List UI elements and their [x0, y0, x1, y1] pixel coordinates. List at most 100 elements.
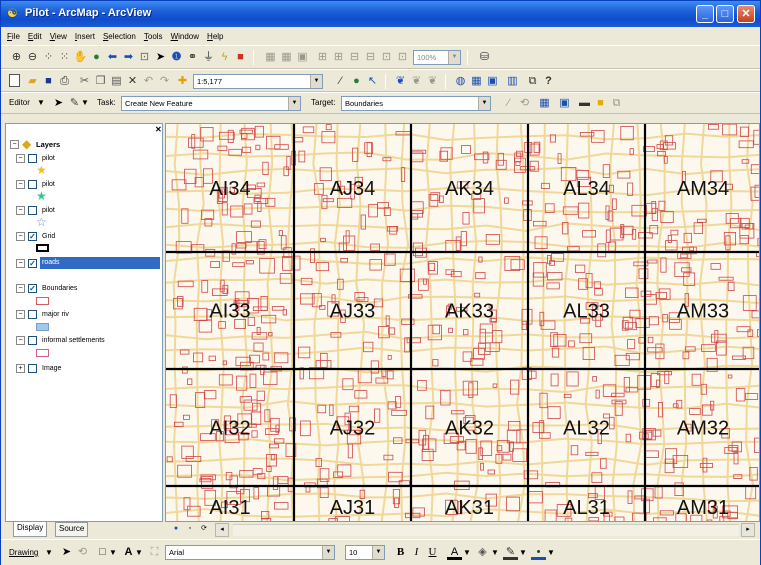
minus-bar-icon[interactable]: ▬: [577, 96, 592, 111]
menu-file[interactable]: File: [7, 32, 20, 41]
rectangle-chevron-icon[interactable]: ▼: [109, 548, 117, 557]
collapse-icon[interactable]: −: [10, 140, 19, 149]
map-scale-combo[interactable]: 1:5,177 ▼: [193, 74, 323, 89]
collapse-icon[interactable]: −: [16, 310, 25, 319]
horizontal-scrollbar[interactable]: [233, 524, 739, 536]
measure-icon[interactable]: ⏚: [201, 50, 216, 65]
toc-close-icon[interactable]: ✕: [155, 125, 162, 134]
layer-visibility-checkbox[interactable]: [28, 206, 37, 215]
magnifier-window-icon[interactable]: ▥: [505, 74, 520, 89]
italic-icon[interactable]: I: [409, 545, 424, 560]
toc-layer-boundaries[interactable]: − ✓ Boundaries: [6, 282, 156, 294]
edit-tool-arrow-icon[interactable]: ➤: [51, 96, 66, 111]
save-disk-icon[interactable]: ■: [41, 74, 56, 89]
table-window-icon[interactable]: ▦: [469, 74, 484, 89]
layers-root[interactable]: − ◆ Layers: [6, 138, 156, 150]
drawing-menu[interactable]: Drawing: [9, 548, 38, 557]
font-color-chevron-icon[interactable]: ▼: [463, 548, 471, 557]
delete-x-icon[interactable]: ✕: [125, 74, 140, 89]
whats-this-help-icon[interactable]: ↖: [365, 74, 380, 89]
rectangle-icon[interactable]: □: [95, 545, 110, 560]
editor-menu-chevron-icon[interactable]: ▼: [37, 98, 45, 107]
collapse-icon[interactable]: −: [16, 232, 25, 241]
copy-icon[interactable]: ❐: [93, 74, 108, 89]
toc-layer-informal-settlements[interactable]: − informal settlements: [6, 334, 156, 346]
menu-tools[interactable]: Tools: [144, 32, 163, 41]
toc-layer-roads[interactable]: − ✓ roads: [6, 257, 160, 269]
menu-edit[interactable]: Edit: [28, 32, 42, 41]
attributes-table-icon[interactable]: ▦: [537, 96, 552, 111]
layer-visibility-checkbox[interactable]: ✓: [28, 232, 37, 241]
marker-color-icon[interactable]: •: [531, 545, 546, 560]
sketch-chevron-icon[interactable]: ▼: [81, 98, 89, 107]
toc-layer-major-riv[interactable]: − major riv: [6, 308, 156, 320]
layer-visibility-checkbox[interactable]: [28, 154, 37, 163]
underline-icon[interactable]: U: [425, 545, 440, 560]
font-color-icon[interactable]: A: [447, 545, 462, 560]
results-window-icon[interactable]: ▣: [485, 74, 500, 89]
toc-layer-pilot-3[interactable]: − pilot: [6, 204, 156, 216]
new-document-icon[interactable]: [9, 74, 20, 87]
layer-visibility-checkbox[interactable]: ✓: [28, 259, 37, 268]
scroll-right-button[interactable]: ▸: [741, 523, 755, 537]
toc-layer-pilot-1[interactable]: − pilot: [6, 152, 156, 164]
cut-scissors-icon[interactable]: ✂: [77, 74, 92, 89]
tab-display[interactable]: Display: [13, 522, 48, 537]
layout-view-small-icon[interactable]: ▫: [185, 523, 195, 537]
paste-icon[interactable]: ▤: [109, 74, 124, 89]
full-extent-globe-icon[interactable]: ●: [89, 50, 104, 65]
zoom-in-icon[interactable]: ⊕: [9, 50, 24, 65]
menu-selection[interactable]: Selection: [103, 32, 136, 41]
collapse-icon[interactable]: −: [16, 336, 25, 345]
tab-source[interactable]: Source: [55, 522, 89, 537]
layer-visibility-checkbox[interactable]: [28, 180, 37, 189]
pan-hand-icon[interactable]: ✋: [73, 50, 88, 65]
fill-color-icon[interactable]: ◈: [475, 545, 490, 560]
menu-help[interactable]: Help: [207, 32, 223, 41]
text-a-icon[interactable]: A: [121, 545, 136, 560]
sketch-properties-icon[interactable]: ▣: [557, 96, 572, 111]
forward-arrow-icon[interactable]: ➡: [121, 50, 136, 65]
data-view-icon[interactable]: ●: [171, 523, 181, 537]
close-button[interactable]: ✕: [737, 5, 755, 23]
text-chevron-icon[interactable]: ▼: [135, 548, 143, 557]
time-slider-icon[interactable]: ■: [233, 50, 248, 65]
menu-view[interactable]: View: [50, 32, 67, 41]
line-color-chevron-icon[interactable]: ▼: [519, 548, 527, 557]
expand-icon[interactable]: +: [16, 364, 25, 373]
select-features-icon[interactable]: ⊡: [137, 50, 152, 65]
scroll-left-button[interactable]: ◂: [215, 523, 229, 537]
layer-visibility-checkbox[interactable]: ✓: [28, 284, 37, 293]
sketch-pencil-icon[interactable]: ✎: [67, 96, 82, 111]
collapse-icon[interactable]: −: [16, 259, 25, 268]
menu-window[interactable]: Window: [171, 32, 199, 41]
maximize-button[interactable]: □: [716, 5, 734, 23]
toc-layer-image[interactable]: + Image: [6, 362, 156, 374]
menu-insert[interactable]: Insert: [75, 32, 95, 41]
collapse-icon[interactable]: −: [16, 154, 25, 163]
target-combo[interactable]: Boundaries ▼: [341, 96, 491, 111]
geoprocessing-icon[interactable]: ❦: [393, 74, 408, 89]
font-name-combo[interactable]: Arial ▼: [165, 545, 335, 560]
help-question-icon[interactable]: ?: [541, 74, 556, 89]
snapping-square-icon[interactable]: ■: [593, 96, 608, 111]
font-size-combo[interactable]: 10 ▼: [345, 545, 385, 560]
layer-visibility-checkbox[interactable]: [28, 310, 37, 319]
editor-menu[interactable]: Editor: [9, 98, 30, 107]
arccatalog-icon[interactable]: ◍: [453, 74, 468, 89]
title-bar[interactable]: ☯ Pilot - ArcMap - ArcView _ □ ✕: [1, 1, 760, 27]
toc-layer-pilot-2[interactable]: − pilot: [6, 178, 156, 190]
fixed-zoom-in-icon[interactable]: ⁘: [41, 50, 56, 65]
collapse-icon[interactable]: −: [16, 180, 25, 189]
map-view[interactable]: AI34 AJ34 AK34 AL34 AM34 AI33 AJ33 AK33 AL33 AM33…: [165, 123, 760, 522]
minimize-button[interactable]: _: [696, 5, 714, 23]
find-binoculars-icon[interactable]: ⚭: [185, 50, 200, 65]
refresh-icon[interactable]: ⟳: [199, 523, 209, 537]
identify-icon[interactable]: ❶: [169, 50, 184, 65]
task-combo[interactable]: Create New Feature ▼: [121, 96, 301, 111]
select-elements-icon[interactable]: ➤: [59, 545, 74, 560]
zoom-out-icon[interactable]: ⊖: [25, 50, 40, 65]
editor-toolbar-icon[interactable]: ⁄: [333, 74, 348, 89]
arctoolbox-icon[interactable]: ●: [349, 74, 364, 89]
print-icon[interactable]: ⎙: [57, 74, 72, 89]
